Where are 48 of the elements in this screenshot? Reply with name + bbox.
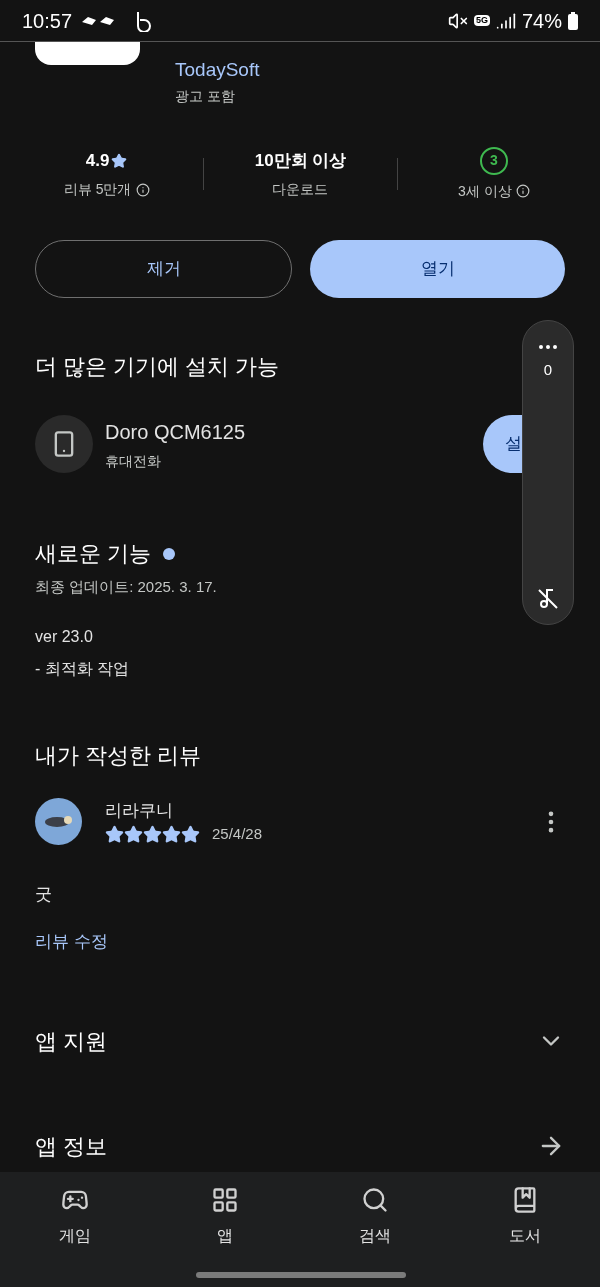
edit-review-link[interactable]: 리뷰 수정: [35, 929, 108, 955]
stat-label: 다운로드: [272, 180, 329, 200]
battery-percent: 74%: [521, 8, 562, 34]
release-note: - 최적화 작업: [35, 658, 130, 679]
music-off-icon[interactable]: [536, 586, 560, 610]
section-title: 앱 정보: [35, 1132, 108, 1161]
star-icon: [124, 824, 143, 844]
developer-link[interactable]: TodaySoft: [175, 58, 260, 82]
star-icon: [162, 824, 181, 844]
device-type: 휴대전화: [105, 451, 162, 471]
nav-tab[interactable]: 검색: [300, 1186, 450, 1256]
nav-tab[interactable]: 게임: [0, 1186, 150, 1256]
device-name: Doro QCM6125: [105, 419, 246, 445]
section-title: 새로운 기능: [35, 540, 152, 568]
install-button[interactable]: 설: [483, 415, 522, 473]
star-icon: [105, 824, 124, 844]
info-icon: [515, 184, 530, 198]
status-time: 10:57: [22, 8, 73, 34]
b-logo-icon: [134, 9, 153, 32]
app-icon: [35, 42, 140, 65]
open-button[interactable]: 열기: [310, 240, 565, 298]
mute-icon: [447, 10, 468, 31]
ads-note: 광고 포함: [175, 87, 236, 106]
age-rating-badge: 3: [479, 146, 508, 175]
section-title: 앱 지원: [35, 1027, 108, 1056]
network-label: 5G: [473, 15, 490, 26]
stat-value: 4.9: [85, 149, 110, 172]
star-icon: [181, 824, 200, 844]
star-icon: [143, 824, 162, 844]
stat-label: 3세 이상: [457, 181, 512, 201]
review-text: 굿: [35, 883, 52, 906]
update-date: 최종 업데이트: 2025. 3. 17.: [35, 577, 217, 597]
panel-count: 0: [543, 360, 553, 380]
avatar: [35, 798, 82, 845]
review-date: 25/4/28: [212, 824, 263, 844]
reviewer-name: 리라쿠니: [105, 799, 174, 822]
battery-icon: [568, 11, 578, 30]
info-icon: [135, 182, 150, 197]
search-icon: [361, 1186, 389, 1214]
star-icon: [111, 152, 128, 169]
stat-value: 10만회 이상: [254, 149, 347, 172]
nav-tab[interactable]: 앱: [150, 1186, 300, 1256]
nav-tab[interactable]: 도서: [450, 1186, 600, 1256]
stat-label: 리뷰 5만개: [63, 180, 132, 200]
grid-icon: [211, 1186, 239, 1214]
section-title: 내가 작성한 리뷰: [35, 741, 202, 770]
section-title: 더 많은 기기에 설치 가능: [35, 353, 280, 381]
release-note: ver 23.0: [35, 626, 93, 647]
